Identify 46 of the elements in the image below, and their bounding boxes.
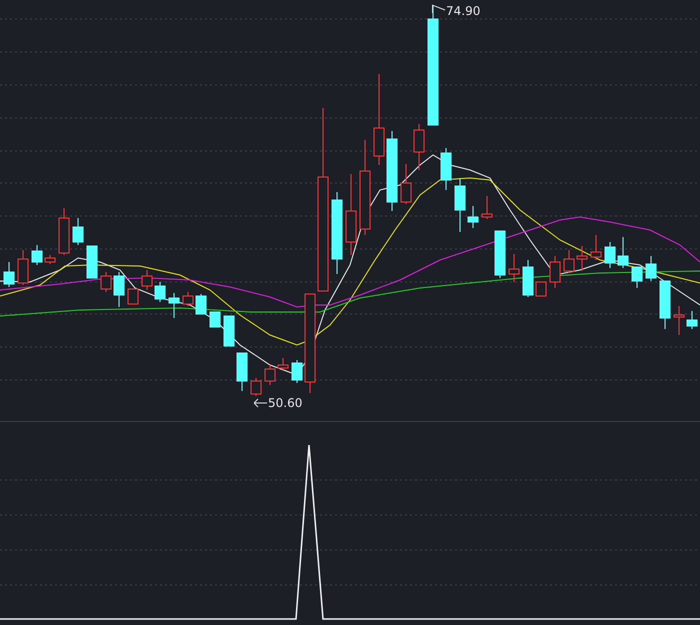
candle [72,218,84,246]
pointer-arrow-icon [254,398,268,408]
candle [674,306,684,336]
candle [494,230,506,278]
candle [18,250,28,286]
candle [482,196,492,220]
candle [168,292,180,318]
candle [414,124,424,170]
candle [686,310,698,330]
candle [100,272,112,292]
candle [646,256,656,282]
candle [536,282,546,296]
candle [550,256,560,288]
candle [114,272,124,308]
candle [468,206,478,228]
candle [58,208,70,256]
candle [128,288,138,304]
low-price-label: 50.60 [268,396,302,410]
candle [618,236,628,268]
high-price-label: 74.90 [446,4,480,18]
candle [508,254,520,282]
candle [632,266,642,288]
candle [142,270,152,290]
candle [236,352,248,392]
candle [400,164,412,204]
candle [522,260,534,298]
candle [660,280,670,330]
candle [196,294,206,314]
candle [4,262,14,288]
candle [590,234,602,260]
candle [604,242,616,268]
candle [86,246,98,278]
candle [154,282,166,302]
candle [564,250,574,274]
candle [44,254,56,264]
candle [182,292,194,306]
candle [264,364,276,386]
candle [210,312,220,328]
candle [454,178,466,232]
candle [440,148,452,190]
candle [292,360,302,384]
candle [32,244,42,266]
candle [278,358,288,370]
candle [576,246,588,272]
candle [250,378,262,396]
candle [224,316,234,346]
